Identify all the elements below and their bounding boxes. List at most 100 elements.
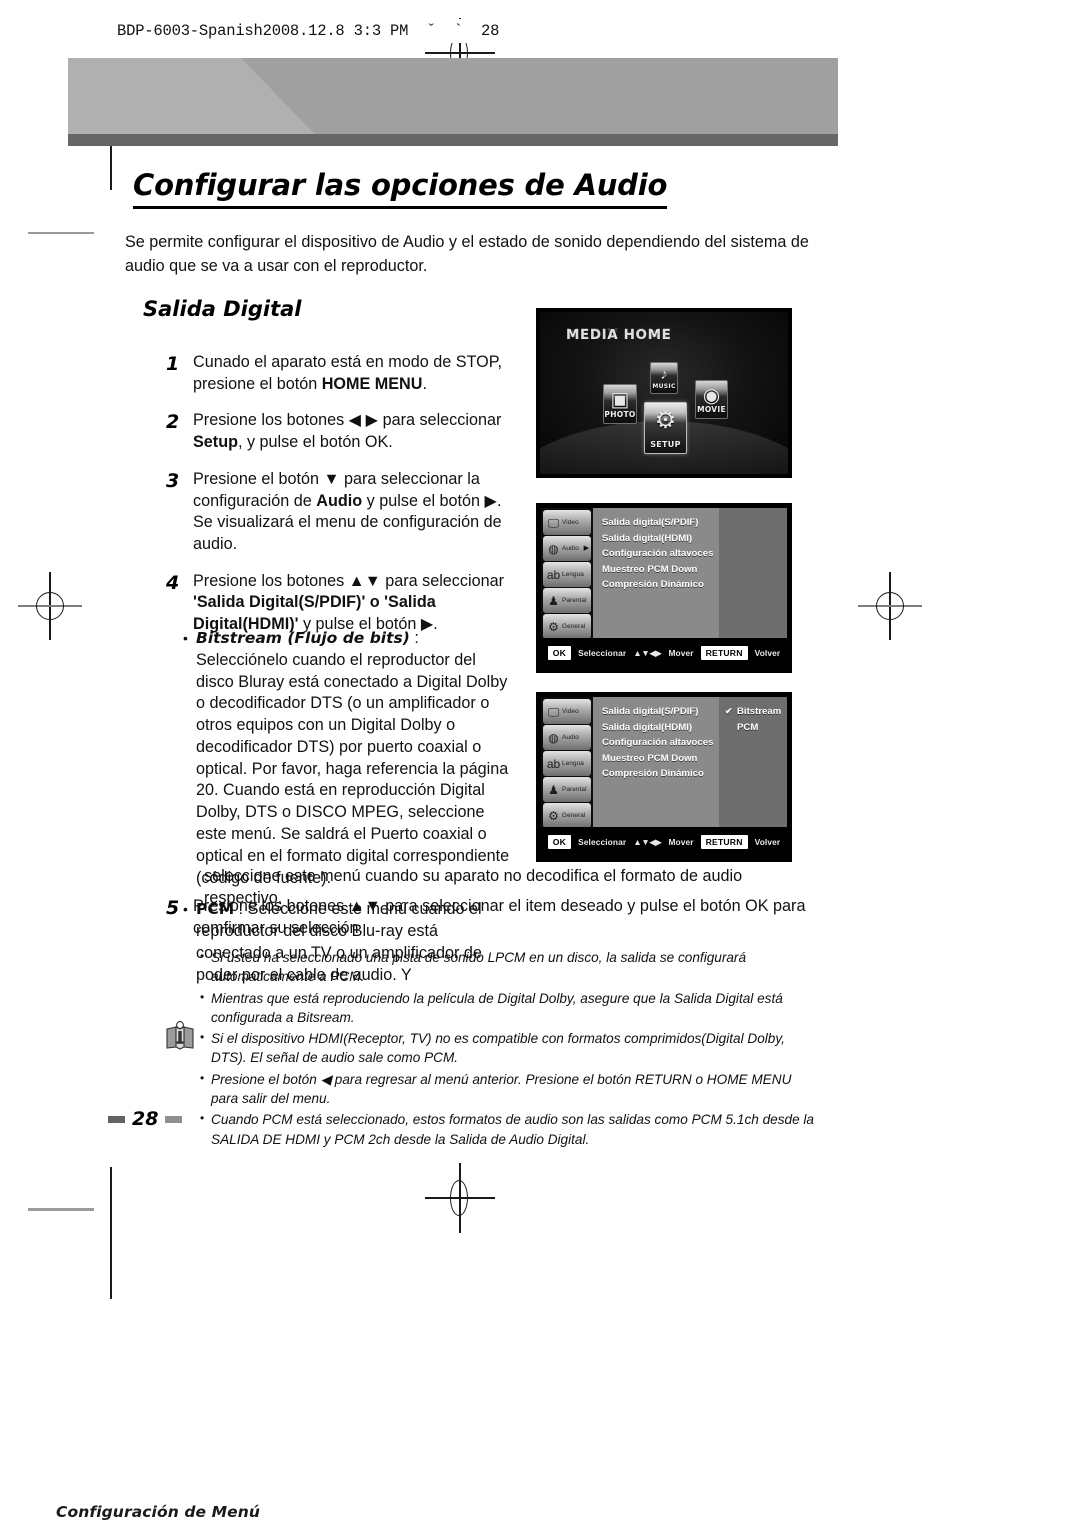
banner-rule	[68, 134, 838, 146]
osd-sidebar: 🖵 Video ◍ Audio ▶ ab Lengua ♟ Parental ⚙…	[541, 508, 593, 638]
speaker-icon: ◍	[548, 730, 559, 745]
media-home-screen: MEDIA HOME MEDIA HOME ▣ PHOTO ♪ MUSIC ⚙ …	[540, 312, 788, 474]
media-home-music-label: MUSIC	[652, 383, 676, 390]
step-number: 4	[166, 571, 180, 594]
menu-item-muestreo-pcm-down[interactable]: Muestreo PCM Down	[602, 562, 719, 578]
menu-item-salida-spdif[interactable]: Salida digital(S/PDIF)	[602, 515, 719, 531]
menu-item-salida-hdmi[interactable]: Salida digital(HDMI)	[602, 531, 719, 547]
ok-key-badge[interactable]: OK	[547, 835, 572, 849]
menu-item-salida-spdif[interactable]: Salida digital(S/PDIF)	[602, 704, 719, 720]
step-number: 5	[166, 897, 180, 919]
return-key-label: Volver	[754, 648, 781, 658]
sidebar-item-audio[interactable]: ◍ Audio	[543, 725, 591, 750]
page-number-dash-right	[165, 1115, 183, 1123]
sidebar-item-label: General	[562, 812, 586, 819]
sidebar-item-video[interactable]: 🖵 Video	[543, 510, 591, 535]
file-header-stamp: BDP-6003-Spanish2008.12.8 3:3 PM ˇ ` 28	[111, 19, 508, 43]
option-description-list: • Bitstream (Flujo de bits) : Seleccióne…	[183, 628, 513, 997]
speaker-icon: ◍	[548, 541, 559, 556]
screenshot-audio-menu: 🖵 Video ◍ Audio ▶ ab Lengua ♟ Parental ⚙…	[536, 503, 792, 673]
note-item: • Cuando PCM está seleccionado, estos fo…	[200, 1110, 815, 1149]
media-home-photo-tile[interactable]: ▣ PHOTO	[603, 384, 637, 424]
menu-item-configuracion-altavoces[interactable]: Configuración altavoces	[602, 546, 719, 562]
page-number-block: 28	[108, 1108, 183, 1130]
return-key-badge[interactable]: RETURN	[700, 646, 748, 660]
crop-tick-bottom-left	[28, 1208, 94, 1211]
step-text-bold: HOME MENU	[321, 374, 423, 393]
media-home-photo-label: PHOTO	[604, 410, 636, 419]
abc-icon: ab	[546, 756, 561, 771]
option-bitstream-text: Bitstream (Flujo de bits) : Selecciónelo…	[196, 628, 513, 889]
menu-item-salida-hdmi[interactable]: Salida digital(HDMI)	[602, 720, 719, 736]
step-number: 3	[166, 469, 180, 492]
osd-options-panel	[719, 508, 787, 638]
bullet-dot-icon: •	[200, 989, 205, 1004]
person-icon: ♟	[548, 593, 559, 608]
chapter-label: Configuración de Menú	[56, 1503, 261, 1521]
osd-menu-list: Salida digital(S/PDIF) Salida digital(HD…	[593, 508, 719, 638]
banner-wedge-shape	[241, 58, 838, 134]
sidebar-item-parental[interactable]: ♟ Parental	[543, 588, 591, 613]
option-bitstream[interactable]: ✔ Bitstream	[725, 704, 787, 720]
sidebar-item-label: Parental	[562, 597, 587, 604]
registration-mark-right	[858, 572, 922, 640]
sidebar-item-general[interactable]: ⚙ General	[543, 614, 591, 638]
step-text: Presione los botones ▲▼ para seleccionar…	[193, 897, 806, 937]
move-label: Mover	[668, 648, 694, 658]
option-pcm[interactable]: PCM	[725, 720, 787, 736]
section-heading: Salida Digital	[143, 297, 302, 321]
bullet-dot-icon: •	[200, 949, 205, 963]
step-number: 2	[166, 411, 180, 434]
sidebar-item-lengua[interactable]: ab Lengua	[543, 562, 591, 587]
media-home-music-tile[interactable]: ♪ MUSIC	[650, 362, 678, 394]
osd-bottom-bar: OK Seleccionar ▲▼◀▶ Mover RETURN Volver	[541, 640, 787, 666]
music-icon: ♪	[660, 366, 668, 384]
ok-key-label: Seleccionar	[578, 648, 627, 658]
monitor-icon: 🖵	[547, 515, 560, 530]
note-text: Cuando PCM está seleccionado, estos form…	[211, 1112, 814, 1147]
option-term: Bitstream (Flujo de bits)	[196, 629, 410, 647]
step-text: Cunado el aparato está en modo de STOP, …	[193, 352, 511, 395]
chapter-banner	[68, 58, 838, 134]
registration-mark-left	[18, 572, 82, 640]
option-bitstream: • Bitstream (Flujo de bits) : Seleccióne…	[183, 628, 513, 889]
sidebar-item-general[interactable]: ⚙ General	[543, 803, 591, 827]
return-key-badge[interactable]: RETURN	[700, 835, 748, 849]
osd-sidebar: 🖵 Video ◍ Audio ab Lengua ♟ Parental ⚙ G…	[541, 697, 593, 827]
sidebar-item-parental[interactable]: ♟ Parental	[543, 777, 591, 802]
dpad-arrows-icon: ▲▼◀▶	[633, 836, 662, 847]
step-number: 1	[166, 353, 180, 375]
option-label: Bitstream	[737, 706, 782, 717]
media-home-movie-tile[interactable]: ◉ MOVIE	[695, 380, 728, 419]
gear-icon: ⚙	[548, 808, 559, 823]
step-item: 4 Presione los botones ▲▼ para seleccion…	[166, 571, 511, 636]
osd-bottom-bar: OK Seleccionar ▲▼◀▶ Mover RETURN Volver	[541, 829, 787, 855]
sidebar-item-label: Audio	[562, 734, 579, 741]
media-home-title-reflection: MEDIA HOME	[566, 324, 672, 340]
registration-mark-bottom	[425, 1163, 495, 1233]
media-home-setup-tile[interactable]: ⚙ SETUP	[644, 402, 687, 454]
menu-item-configuracion-altavoces[interactable]: Configuración altavoces	[602, 735, 719, 751]
gear-icon: ⚙	[548, 619, 559, 634]
bullet-dot-icon: •	[200, 1030, 205, 1045]
menu-item-compresion-dinamico[interactable]: Compresión Dinámico	[602, 577, 719, 593]
sidebar-item-lengua[interactable]: ab Lengua	[543, 751, 591, 776]
sidebar-item-video[interactable]: 🖵 Video	[543, 699, 591, 724]
step-text: Presione los botones ▲▼ para seleccionar…	[193, 571, 511, 636]
sidebar-item-label: General	[562, 623, 586, 630]
sidebar-item-audio[interactable]: ◍ Audio ▶	[543, 536, 591, 561]
bullet-dot-icon: •	[200, 1070, 205, 1085]
dpad-arrows-icon: ▲▼◀▶	[633, 647, 662, 658]
menu-item-compresion-dinamico[interactable]: Compresión Dinámico	[602, 766, 719, 782]
ok-key-badge[interactable]: OK	[547, 646, 572, 660]
step-text-a: Presione los botones ◀ ▶ para selecciona…	[193, 411, 502, 430]
note-item: • Si el dispositivo HDMI(Receptor, TV) n…	[200, 1029, 815, 1068]
step-text: Presione el botón ▼ para seleccionar la …	[193, 469, 511, 556]
screenshot-media-home: MEDIA HOME MEDIA HOME ▣ PHOTO ♪ MUSIC ⚙ …	[536, 308, 792, 478]
notes-list: • Si usted ha seleccionado una pista de …	[200, 948, 815, 1151]
step-item-5: 5 Presione los botones ▲▼ para seleccion…	[166, 896, 806, 939]
chevron-right-icon: ▶	[583, 545, 589, 552]
sidebar-item-label: Video	[562, 519, 579, 526]
step-item: 2 Presione los botones ◀ ▶ para seleccio…	[166, 410, 511, 453]
menu-item-muestreo-pcm-down[interactable]: Muestreo PCM Down	[602, 751, 719, 767]
